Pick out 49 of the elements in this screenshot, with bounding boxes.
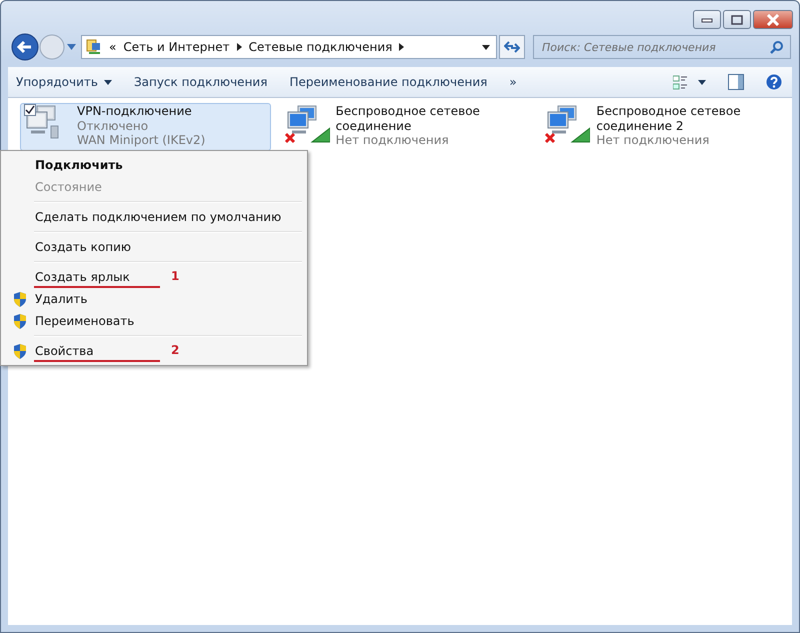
refresh-button[interactable]	[499, 35, 525, 59]
close-button[interactable]	[753, 10, 793, 29]
annotation-number: 1	[171, 269, 180, 283]
wireless-network-icon	[544, 104, 590, 144]
connection-tile[interactable]: Беспроводное сетевое соединение Нет подключения	[280, 103, 532, 151]
view-icon[interactable]	[673, 74, 688, 90]
dropdown-icon[interactable]	[698, 80, 706, 84]
device-name: WAN Miniport (IKEv2)	[77, 133, 206, 148]
arrow-icon	[399, 43, 404, 51]
close-icon	[766, 14, 780, 26]
network-folder-icon	[86, 39, 102, 55]
search-field[interactable]: Поиск: Сетевые подключения	[533, 35, 791, 59]
connection-name: VPN-подключение	[77, 104, 193, 118]
menu-item[interactable]: Создать ярлык	[35, 270, 130, 284]
toolbar-button[interactable]: Упорядочить	[16, 75, 112, 89]
connection-name: Беспроводное сетевое соединение 2	[596, 104, 742, 133]
menu-item[interactable]: Переименовать	[35, 314, 134, 328]
search-icon	[770, 40, 784, 54]
breadcrumb[interactable]: Сетевые подключения	[248, 40, 392, 54]
preview-pane-icon[interactable]	[728, 74, 744, 90]
menu-item[interactable]: Свойства	[35, 344, 94, 358]
overflow-chevron[interactable]: «	[109, 40, 116, 54]
maximize-button[interactable]	[723, 10, 751, 29]
menu-item: Состояние	[35, 180, 102, 194]
refresh-icon	[504, 40, 520, 54]
connection-name: Беспроводное сетевое соединение	[336, 104, 481, 133]
toolbar-button[interactable]: Переименование подключения	[289, 75, 488, 89]
dropdown-icon	[482, 44, 490, 50]
menu-item[interactable]: Удалить	[35, 292, 88, 306]
connection-status: Нет подключения	[336, 133, 450, 148]
back-icon[interactable]	[11, 33, 39, 61]
menu-item[interactable]: Создать копию	[35, 240, 131, 254]
annotation-number: 2	[171, 343, 180, 357]
menu-item[interactable]: Подключить	[35, 158, 123, 172]
maximize-icon	[730, 14, 744, 24]
connection-status: Отключено	[77, 118, 150, 133]
connection-tile[interactable]: Беспроводное сетевое соединение 2 Нет подключения	[541, 103, 792, 151]
connection-status: Нет подключения	[596, 133, 710, 148]
toolbar-button[interactable]: Запуск подключения	[134, 75, 268, 89]
minimize-button[interactable]	[693, 10, 721, 29]
minimize-icon	[700, 16, 714, 24]
address-bar[interactable]: « Сеть и Интернет Сетевые подключения	[81, 35, 497, 59]
breadcrumb[interactable]: Сеть и Интернет	[123, 40, 230, 54]
menu-item[interactable]: Сделать подключением по умолчанию	[35, 210, 282, 224]
more-button[interactable]: »	[509, 75, 517, 89]
help-icon[interactable]	[766, 74, 782, 90]
connection-tile[interactable]: VPN-подключение Отключено WAN Miniport (IKEv2)	[20, 103, 271, 151]
wireless-network-icon	[284, 104, 330, 144]
arrow-icon	[236, 43, 242, 51]
